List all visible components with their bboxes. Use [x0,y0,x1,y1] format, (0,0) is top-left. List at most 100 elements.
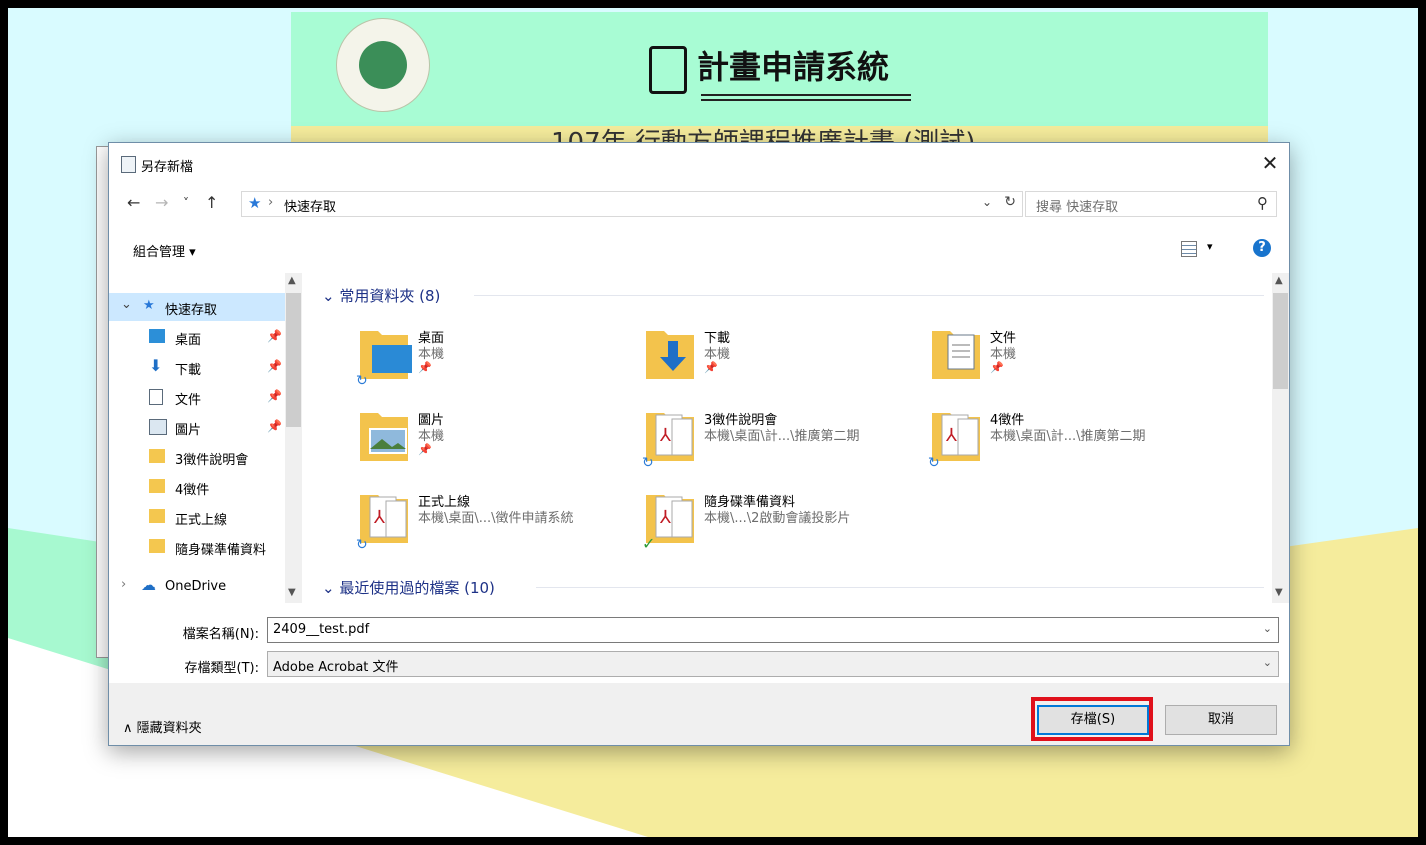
dialog-document-icon [121,156,136,173]
pdf-folder-icon: ⅄ ↻ [356,487,416,553]
nav-scrollbar[interactable]: ▲ ▼ [285,273,302,603]
cancel-button[interactable]: 取消 [1165,705,1277,735]
folder-icon [149,449,165,463]
nav-item-pictures[interactable]: 圖片 📌 [109,413,285,441]
scroll-up-icon[interactable]: ▲ [1275,275,1283,286]
file-list-pane: ⌄ 常用資料夾 (8) ↻ 桌面 本機 📌 下載 本機 📌 文件 本機 📌 圖片… [316,273,1272,603]
tile-official-launch[interactable]: ⅄ ↻ 正式上線 本機\桌面\...\徵件申請系統 [356,487,626,557]
nav-item-folder-3[interactable]: 3徵件說明會 [109,443,285,471]
tile-folder-4[interactable]: ⅄ ↻ 4徵件 本機\桌面\計...\推廣第二期 [928,405,1198,475]
organize-menu[interactable]: 組合管理 ▾ [133,241,196,260]
search-input[interactable]: 搜尋 快速存取 ⚲ [1025,191,1277,217]
hide-folders-button[interactable]: ∧ 隱藏資料夾 [123,717,202,736]
tile-location: 本機\桌面\計...\推廣第二期 [990,429,1146,444]
screenshot-frame: 計畫申請系統 107年 行動方師課程推廣計畫 (測試) 另存新檔 ✕ ← → ˅… [8,8,1418,837]
pin-icon: 📌 [267,419,282,433]
nav-label: 桌面 [175,333,202,348]
pin-icon: 📌 [990,361,1004,374]
address-dropdown-icon[interactable]: ⌄ [982,195,992,209]
highlight-box [1031,697,1153,741]
recent-locations-button[interactable]: ˅ [183,196,189,210]
filetype-value: Adobe Acrobat 文件 [273,660,399,675]
dialog-titlebar: 另存新檔 ✕ [109,143,1289,183]
nav-scroll-thumb[interactable] [286,293,301,427]
tile-location: 本機 [418,347,445,362]
forward-button[interactable]: → [155,193,168,212]
pin-icon: 📌 [267,359,282,373]
chevron-down-icon[interactable]: ⌄ [1263,656,1272,669]
tile-documents[interactable]: 文件 本機 📌 [928,323,1198,393]
navigation-pane: ⌄ ★ 快速存取 桌面 📌 ⬇ 下載 📌 文件 📌 圖片 📌 3徵件說明會 4徵… [109,273,309,603]
nav-item-onedrive[interactable]: › ☁ OneDrive [109,573,285,601]
group-divider [474,295,1264,296]
svg-text:⅄: ⅄ [946,425,958,446]
view-dropdown-icon[interactable]: ▾ [1207,240,1213,253]
tile-downloads[interactable]: 下載 本機 📌 [642,323,912,393]
view-options-icon[interactable] [1181,241,1197,257]
scroll-up-icon[interactable]: ▲ [288,275,296,286]
tile-location: 本機 [418,429,445,444]
group-divider [536,587,1264,588]
tile-pictures[interactable]: 圖片 本機 📌 [356,405,626,475]
site-title: 計畫申請系統 [697,48,890,86]
group-frequent-folders[interactable]: ⌄ 常用資料夾 (8) [322,285,440,306]
star-icon: ★ [143,298,155,313]
help-icon[interactable]: ? [1253,239,1271,257]
content-scroll-thumb[interactable] [1273,293,1288,389]
search-icon[interactable]: ⚲ [1257,194,1268,212]
address-row: ← → ˅ ↑ ★ › 快速存取 ⌄ ↻ 搜尋 快速存取 ⚲ [109,187,1289,223]
folder-icon [149,509,165,523]
title-underline [701,94,911,101]
chevron-down-icon[interactable]: ⌄ [1263,622,1272,635]
tile-location: 本機\桌面\...\徵件申請系統 [418,511,574,526]
nav-label: 快速存取 [165,303,218,318]
tile-usb-prep[interactable]: ⅄ ✓ 隨身碟準備資料 本機\...\2啟動會議投影片 [642,487,912,557]
pdf-folder-icon: ⅄ ✓ [642,487,702,553]
nav-label: 下載 [175,363,202,378]
nav-label: 4徵件 [175,483,210,498]
scroll-down-icon[interactable]: ▼ [1275,587,1283,598]
tile-location: 本機\...\2啟動會議投影片 [704,511,851,526]
tile-location: 本機 [990,347,1017,362]
pin-icon: 📌 [267,389,282,403]
close-button[interactable]: ✕ [1257,151,1283,175]
tile-location: 本機 [704,347,731,362]
quick-access-star-icon: ★ [248,194,262,212]
address-bar[interactable]: ★ › 快速存取 ⌄ ↻ [241,191,1023,217]
nav-item-desktop[interactable]: 桌面 📌 [109,323,285,351]
expand-chevron-icon[interactable]: ⌄ [121,297,132,312]
site-header: 計畫申請系統 [291,12,1268,126]
expand-chevron-icon[interactable]: › [121,577,126,592]
svg-text:↻: ↻ [356,537,368,551]
group-recent-files[interactable]: ⌄ 最近使用過的檔案 (10) [322,577,495,598]
pin-icon: 📌 [267,329,282,343]
nav-item-official-launch[interactable]: 正式上線 [109,503,285,531]
document-icon [649,46,687,94]
filetype-select[interactable]: Adobe Acrobat 文件 ⌄ [267,651,1279,677]
nav-label: 3徵件說明會 [175,453,249,468]
up-button[interactable]: ↑ [205,193,218,212]
nav-item-documents[interactable]: 文件 📌 [109,383,285,411]
cloud-icon: ☁ [141,576,156,594]
filename-input[interactable]: 2409__test.pdf ⌄ [267,617,1279,643]
filename-row: 檔案名稱(N): 2409__test.pdf ⌄ [109,617,1289,643]
back-button[interactable]: ← [127,193,140,212]
tile-folder-3[interactable]: ⅄ ↻ 3徵件說明會 本機\桌面\計...\推廣第二期 [642,405,912,475]
nav-label: 文件 [175,393,202,408]
nav-item-quick-access[interactable]: ⌄ ★ 快速存取 [109,293,285,321]
tile-desktop[interactable]: ↻ 桌面 本機 📌 [356,323,626,393]
scroll-down-icon[interactable]: ▼ [288,587,296,598]
nav-item-downloads[interactable]: ⬇ 下載 📌 [109,353,285,381]
nav-item-folder-4[interactable]: 4徵件 [109,473,285,501]
document-icon [149,389,163,405]
folder-icon [149,479,165,493]
documents-folder-icon [928,323,988,387]
filetype-label: 存檔類型(T): [184,661,259,676]
desktop-folder-icon: ↻ [356,323,416,389]
dialog-footer: ∧ 隱藏資料夾 存檔(S) 取消 [109,683,1289,745]
svg-text:↻: ↻ [928,455,940,469]
breadcrumb-quick-access[interactable]: 快速存取 [284,196,336,215]
refresh-icon[interactable]: ↻ [1004,194,1016,210]
content-scrollbar[interactable]: ▲ ▼ [1272,273,1289,603]
nav-item-usb-prep[interactable]: 隨身碟準備資料 [109,533,285,561]
